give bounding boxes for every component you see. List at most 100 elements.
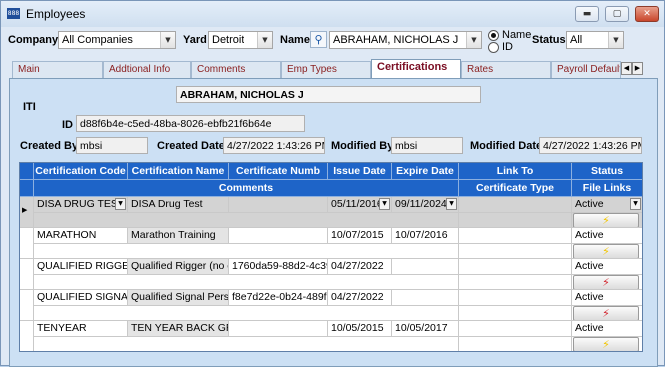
cell-certificate-type[interactable] xyxy=(459,213,572,228)
cell-issue[interactable]: 10/05/2015 xyxy=(328,321,392,337)
cell-name[interactable]: Qualified Signal Person xyxy=(128,290,229,306)
cell-comments[interactable] xyxy=(34,244,459,259)
cell-link[interactable] xyxy=(459,321,572,337)
row-selector[interactable] xyxy=(20,290,34,321)
close-button[interactable]: ✕ xyxy=(635,6,659,22)
file-links-button[interactable]: ⚡ xyxy=(573,337,639,351)
yard-dropdown[interactable]: Detroit ▼ xyxy=(208,31,273,49)
cell-name[interactable]: DISA Drug Test xyxy=(128,197,229,213)
cell-issue[interactable]: 04/27/2022 xyxy=(328,259,392,275)
cell-status[interactable]: Active xyxy=(572,290,642,306)
id-field[interactable]: d88f6b4e-c5ed-48ba-8026-ebfb21f6b64e xyxy=(76,115,305,132)
cell-file-links[interactable]: ⚡ xyxy=(572,244,642,259)
title-bar[interactable]: 888 Employees ▬ ▢ ✕ xyxy=(1,1,664,27)
cell-number[interactable]: f8e7d22e-0b24-489f-81 xyxy=(229,290,328,306)
chevron-down-icon[interactable]: ▼ xyxy=(630,198,641,210)
cell-comments[interactable] xyxy=(34,275,459,290)
cell-link[interactable] xyxy=(459,290,572,306)
tab-payroll-defaults[interactable]: Payroll Defaults xyxy=(551,61,621,78)
cell-status[interactable]: Active ▼ xyxy=(572,197,642,213)
cell-comments[interactable] xyxy=(34,337,459,351)
cell-certificate-type[interactable] xyxy=(459,275,572,290)
chevron-right-icon[interactable]: ▶ xyxy=(632,62,643,75)
cell-code[interactable]: QUALIFIED RIGGE xyxy=(34,259,128,275)
cell-number[interactable] xyxy=(229,228,328,244)
minimize-button[interactable]: ▬ xyxy=(575,6,599,22)
cell-status[interactable]: Active xyxy=(572,321,642,337)
cell-code[interactable]: MARATHON xyxy=(34,228,128,244)
col-header-certificate-type[interactable]: Certificate Type xyxy=(459,180,572,197)
col-header-certification-code[interactable]: Certification Code xyxy=(34,163,128,180)
cell-file-links[interactable]: ⚡ xyxy=(572,306,642,321)
cell-expire[interactable]: 10/07/2016 xyxy=(392,228,459,244)
row-selector[interactable] xyxy=(20,259,34,290)
chevron-left-icon[interactable]: ◀ xyxy=(621,62,632,75)
col-header-file-links[interactable]: File Links xyxy=(572,180,642,197)
radio-name[interactable] xyxy=(488,30,499,41)
cell-expire[interactable] xyxy=(392,290,459,306)
tab-emp-types[interactable]: Emp Types xyxy=(281,61,371,78)
col-header-issue-date[interactable]: Issue Date xyxy=(328,163,392,180)
cell-expire[interactable]: 09/11/2024 ▼ xyxy=(392,197,459,213)
col-header-link-to[interactable]: Link To xyxy=(459,163,572,180)
maximize-button[interactable]: ▢ xyxy=(605,6,629,22)
chevron-down-icon[interactable]: ▼ xyxy=(257,32,272,48)
cell-certificate-type[interactable] xyxy=(459,244,572,259)
cell-code[interactable]: DISA DRUG TEST ▼ xyxy=(34,197,128,213)
cell-comments[interactable] xyxy=(34,306,459,321)
cell-number[interactable]: 1760da59-88d2-4c39-9 xyxy=(229,259,328,275)
cell-link[interactable] xyxy=(459,259,572,275)
status-dropdown[interactable]: All ▼ xyxy=(566,31,624,49)
tab-comments[interactable]: Comments xyxy=(191,61,281,78)
radio-id[interactable] xyxy=(488,42,499,53)
col-header-certification-name[interactable]: Certification Name xyxy=(128,163,229,180)
cell-link[interactable] xyxy=(459,197,572,213)
cell-file-links[interactable]: ⚡ xyxy=(572,337,642,351)
tab-additional-info[interactable]: Addtional Info xyxy=(103,61,191,78)
cell-issue[interactable]: 04/27/2022 xyxy=(328,290,392,306)
col-header-expire-date[interactable]: Expire Date xyxy=(392,163,459,180)
chevron-down-icon[interactable]: ▼ xyxy=(379,198,390,210)
name-dropdown[interactable]: ABRAHAM, NICHOLAS J ▼ xyxy=(329,31,482,49)
chevron-down-icon[interactable]: ▼ xyxy=(446,198,457,210)
cell-expire[interactable]: 10/05/2017 xyxy=(392,321,459,337)
cell-comments[interactable] xyxy=(34,213,459,228)
file-links-button[interactable]: ⚡ xyxy=(573,275,639,289)
chevron-down-icon[interactable]: ▼ xyxy=(608,32,623,48)
cell-code[interactable]: TENYEAR xyxy=(34,321,128,337)
row-selector[interactable] xyxy=(20,321,34,351)
cell-certificate-type[interactable] xyxy=(459,337,572,351)
cell-status[interactable]: Active xyxy=(572,259,642,275)
col-header-status[interactable]: Status xyxy=(572,163,642,180)
cell-issue[interactable]: 05/11/2016 ▼ xyxy=(328,197,392,213)
cell-file-links[interactable]: ⚡ xyxy=(572,275,642,290)
cell-expire[interactable] xyxy=(392,259,459,275)
tab-certifications[interactable]: Certifications xyxy=(371,59,461,78)
cell-issue[interactable]: 10/07/2015 xyxy=(328,228,392,244)
file-links-button[interactable]: ⚡ xyxy=(573,213,639,227)
cell-code[interactable]: QUALIFIED SIGNA xyxy=(34,290,128,306)
cell-status[interactable]: Active xyxy=(572,228,642,244)
cell-link[interactable] xyxy=(459,228,572,244)
file-links-button[interactable]: ⚡ xyxy=(573,244,639,258)
tab-main[interactable]: Main xyxy=(12,61,103,78)
cell-name[interactable]: Marathon Training xyxy=(128,228,229,244)
search-icon[interactable]: ⚲ xyxy=(310,31,327,48)
col-header-comments[interactable]: Comments xyxy=(34,180,459,197)
tab-rates[interactable]: Rates xyxy=(461,61,551,78)
company-dropdown[interactable]: All Companies ▼ xyxy=(58,31,176,49)
cell-number[interactable] xyxy=(229,321,328,337)
chevron-down-icon[interactable]: ▼ xyxy=(115,198,126,210)
cell-name[interactable]: TEN YEAR BACK GROUN xyxy=(128,321,229,337)
row-selector[interactable]: ▶ xyxy=(20,197,34,228)
row-selector[interactable] xyxy=(20,228,34,259)
col-header-certificate-number[interactable]: Certificate Numb xyxy=(229,163,328,180)
cell-file-links[interactable]: ⚡ xyxy=(572,213,642,228)
file-links-button[interactable]: ⚡ xyxy=(573,306,639,320)
chevron-down-icon[interactable]: ▼ xyxy=(466,32,481,48)
cell-number[interactable] xyxy=(229,197,328,213)
cell-name[interactable]: Qualified Rigger (no exp xyxy=(128,259,229,275)
chevron-down-icon[interactable]: ▼ xyxy=(160,32,175,48)
lightning-bolt-icon: ⚡ xyxy=(602,214,610,227)
cell-certificate-type[interactable] xyxy=(459,306,572,321)
